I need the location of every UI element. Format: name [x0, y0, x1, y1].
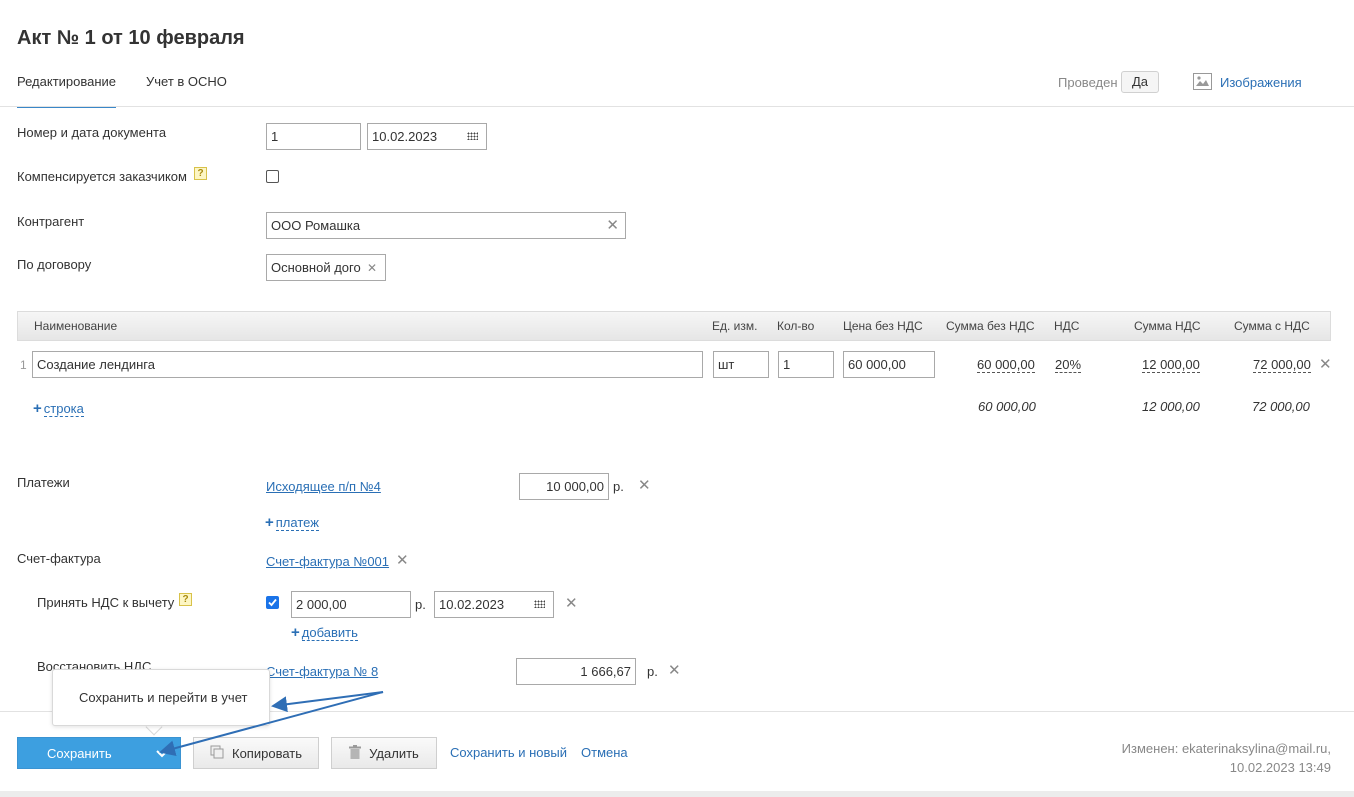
copy-icon — [210, 745, 224, 762]
compensated-checkbox[interactable] — [266, 170, 279, 183]
modified-info: Изменен: ekaterinaksylina@mail.ru, 10.02… — [1122, 739, 1331, 777]
add-vat-deduction-label[interactable]: добавить — [301, 625, 358, 641]
doc-number-input[interactable]: 1 — [266, 123, 361, 150]
item-sum-no-vat[interactable]: 60 000,00 — [977, 357, 1035, 373]
column-header-unit: Ед. изм. — [712, 319, 758, 333]
column-header-price: Цена без НДС — [843, 319, 923, 333]
item-unit-input[interactable]: шт — [713, 351, 769, 378]
payment-doc-link[interactable]: Исходящее п/п №4 — [266, 479, 381, 494]
plus-icon: + — [33, 400, 42, 417]
save-button-group[interactable]: Сохранить — [17, 737, 181, 769]
item-price-input[interactable]: 60 000,00 — [843, 351, 935, 378]
contract-label: По договору — [17, 257, 92, 272]
doc-date-value: 10.02.2023 — [372, 129, 438, 144]
images-link[interactable]: Изображения — [1220, 75, 1302, 90]
arrow-to-tooltip — [271, 691, 384, 713]
help-icon[interactable]: ? — [179, 593, 192, 606]
chevron-down-icon[interactable] — [156, 747, 168, 762]
image-icon[interactable] — [1193, 73, 1212, 90]
page-title: Акт № 1 от 10 февраля — [17, 27, 245, 49]
remove-invoice-icon[interactable]: ✕ — [396, 553, 409, 568]
remove-restore-vat-icon[interactable]: ✕ — [668, 663, 681, 678]
column-header-total: Сумма с НДС — [1234, 319, 1310, 333]
delete-row-icon[interactable]: ✕ — [1319, 357, 1332, 372]
total-vat-sum: 12 000,00 — [1142, 399, 1200, 414]
column-header-vat-sum: Сумма НДС — [1134, 319, 1201, 333]
modified-date: 10.02.2023 13:49 — [1229, 760, 1331, 775]
calendar-icon[interactable] — [467, 132, 478, 140]
counterparty-value: ООО Ромашка — [271, 218, 361, 233]
contract-value: Основной дого — [271, 260, 361, 275]
add-payment-label[interactable]: платеж — [275, 515, 319, 531]
item-name-input[interactable]: Создание лендинга — [32, 351, 703, 378]
modified-by: Изменен: ekaterinaksylina@mail.ru, — [1121, 741, 1331, 756]
restore-vat-currency: р. — [647, 664, 658, 679]
column-header-sum-no-vat: Сумма без НДС — [946, 319, 1035, 333]
restore-vat-invoice-link[interactable]: Счет-фактура № 8 — [266, 664, 378, 679]
contract-input[interactable]: Основной дого ✕ — [266, 254, 386, 281]
tab-osno-accounting[interactable]: Учет в ОСНО — [146, 74, 227, 89]
calendar-icon[interactable] — [534, 600, 545, 608]
copy-button-label: Копировать — [232, 745, 302, 761]
copy-button[interactable]: Копировать — [193, 737, 319, 769]
doc-date-input[interactable]: 10.02.2023 — [367, 123, 487, 150]
add-vat-deduction-button[interactable]: + добавить — [291, 624, 358, 641]
delete-button-label: Удалить — [369, 745, 419, 761]
column-header-qty: Кол-во — [777, 319, 815, 333]
invoice-label: Счет-фактура — [17, 551, 101, 566]
posted-label: Проведен — [1058, 75, 1118, 90]
trash-icon — [349, 744, 362, 762]
payment-amount-input[interactable]: 10 000,00 — [519, 473, 609, 500]
check-icon — [268, 598, 277, 607]
accept-vat-currency: р. — [415, 597, 426, 612]
save-button-label[interactable]: Сохранить — [47, 746, 112, 761]
counterparty-input[interactable]: ООО Ромашка ✕ — [266, 212, 626, 239]
invoice-link[interactable]: Счет-фактура №001 — [266, 554, 389, 569]
item-qty-input[interactable]: 1 — [778, 351, 834, 378]
save-and-new-link[interactable]: Сохранить и новый — [450, 745, 567, 760]
payment-currency: р. — [613, 479, 624, 494]
item-vat-rate[interactable]: 20% — [1055, 357, 1082, 373]
total-sum-no-vat: 60 000,00 — [978, 399, 1036, 414]
header-divider — [0, 106, 1354, 107]
add-row-label[interactable]: строка — [43, 401, 84, 417]
plus-icon: + — [291, 624, 300, 641]
payments-label: Платежи — [17, 475, 70, 490]
column-header-vat: НДС — [1054, 319, 1080, 333]
cancel-link[interactable]: Отмена — [581, 745, 628, 760]
plus-icon: + — [265, 514, 274, 531]
accept-vat-date-value: 10.02.2023 — [439, 597, 505, 612]
accept-vat-date-input[interactable]: 10.02.2023 — [434, 591, 554, 618]
add-row-button[interactable]: + строка — [33, 400, 84, 417]
help-icon[interactable]: ? — [194, 167, 207, 180]
column-header-name: Наименование — [34, 319, 118, 333]
total-sum-with-vat: 72 000,00 — [1252, 399, 1310, 414]
posted-toggle[interactable]: Да — [1121, 71, 1159, 93]
row-index: 1 — [20, 358, 27, 372]
add-payment-button[interactable]: + платеж — [265, 514, 319, 531]
tab-editing[interactable]: Редактирование — [17, 74, 117, 108]
save-and-go-tooltip[interactable]: Сохранить и перейти в учет — [52, 669, 270, 726]
doc-number-date-label: Номер и дата документа — [17, 125, 167, 140]
accept-vat-amount-input[interactable]: 2 000,00 — [291, 591, 411, 618]
accept-vat-checkbox[interactable] — [266, 596, 279, 609]
clear-contract-icon[interactable]: ✕ — [367, 261, 377, 275]
bottom-edge — [0, 791, 1354, 797]
restore-vat-amount-input[interactable]: 1 666,67 — [516, 658, 636, 685]
item-total[interactable]: 72 000,00 — [1253, 357, 1311, 373]
clear-counterparty-icon[interactable]: ✕ — [606, 218, 619, 233]
item-vat-sum[interactable]: 12 000,00 — [1142, 357, 1200, 373]
accept-vat-label: Принять НДС к вычету — [37, 595, 175, 610]
delete-button[interactable]: Удалить — [331, 737, 437, 769]
compensated-label: Компенсируется заказчиком — [17, 169, 187, 184]
counterparty-label: Контрагент — [17, 214, 85, 229]
remove-vat-deduction-icon[interactable]: ✕ — [565, 596, 578, 611]
remove-payment-icon[interactable]: ✕ — [638, 478, 651, 493]
